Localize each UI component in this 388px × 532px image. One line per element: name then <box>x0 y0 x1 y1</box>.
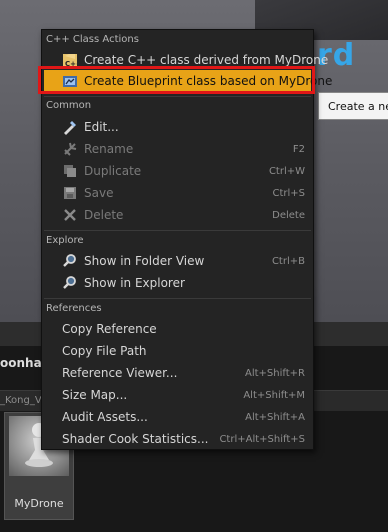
menu-divider <box>44 96 311 97</box>
edit-item[interactable]: Edit... <box>44 116 311 138</box>
context-menu: C++ Class Actions C++ Create C++ class d… <box>41 29 332 450</box>
delete-label: Delete <box>84 208 124 222</box>
show-in-folder-view-item[interactable]: Show in Folder View Ctrl+B <box>44 250 311 272</box>
audit-assets-shortcut: Alt+Shift+A <box>245 411 305 423</box>
create-blueprint-class-item[interactable]: Create Blueprint class based on MyDrone <box>44 70 332 92</box>
search-icon <box>62 275 78 291</box>
copy-reference-label: Copy Reference <box>62 322 157 336</box>
show-in-folder-view-shortcut: Ctrl+B <box>271 255 305 267</box>
duplicate-label: Duplicate <box>84 164 142 178</box>
reference-viewer-label: Reference Viewer... <box>62 366 178 380</box>
audit-assets-label: Audit Assets... <box>62 410 148 424</box>
duplicate-shortcut: Ctrl+W <box>268 165 305 177</box>
shader-cook-statistics-shortcut: Ctrl+Alt+Shift+S <box>219 433 305 445</box>
blueprint-class-icon <box>62 73 78 89</box>
menu-divider <box>44 230 311 231</box>
save-item[interactable]: Save Ctrl+S <box>44 182 311 204</box>
shader-cook-statistics-label: Shader Cook Statistics... <box>62 432 209 446</box>
section-header-explore: Explore <box>46 235 84 246</box>
rename-item[interactable]: Rename F2 <box>44 138 311 160</box>
svg-text:C++: C++ <box>65 60 78 68</box>
rename-shortcut: F2 <box>292 143 305 155</box>
size-map-item[interactable]: Size Map... Alt+Shift+M <box>44 384 311 406</box>
save-shortcut: Ctrl+S <box>272 187 305 199</box>
size-map-shortcut: Alt+Shift+M <box>243 389 305 401</box>
reference-viewer-shortcut: Alt+Shift+R <box>245 367 305 379</box>
cpp-class-icon: C++ <box>62 52 82 68</box>
delete-icon <box>62 207 78 223</box>
show-in-explorer-item[interactable]: Show in Explorer <box>44 272 311 294</box>
search-icon <box>62 253 78 269</box>
show-in-folder-view-label: Show in Folder View <box>84 254 205 268</box>
section-header-common: Common <box>46 100 92 111</box>
copy-file-path-item[interactable]: Copy File Path <box>44 340 311 362</box>
menu-divider <box>44 298 311 299</box>
shader-cook-statistics-item[interactable]: Shader Cook Statistics... Ctrl+Alt+Shift… <box>44 428 311 450</box>
delete-item[interactable]: Delete Delete <box>44 204 311 226</box>
copy-file-path-label: Copy File Path <box>62 344 147 358</box>
path-text[interactable]: _Kong_V <box>0 395 42 406</box>
duplicate-icon <box>62 163 78 179</box>
duplicate-item[interactable]: Duplicate Ctrl+W <box>44 160 311 182</box>
rename-icon <box>62 141 78 157</box>
size-map-label: Size Map... <box>62 388 128 402</box>
section-header-cpp: C++ Class Actions <box>46 34 139 45</box>
save-icon <box>62 185 78 201</box>
reference-viewer-item[interactable]: Reference Viewer... Alt+Shift+R <box>44 362 311 384</box>
create-blueprint-class-label: Create Blueprint class based on MyDrone <box>84 74 333 88</box>
rename-label: Rename <box>84 142 134 156</box>
asset-label: MyDrone <box>14 497 64 510</box>
audit-assets-item[interactable]: Audit Assets... Alt+Shift+A <box>44 406 311 428</box>
edit-icon <box>62 119 78 135</box>
show-in-explorer-label: Show in Explorer <box>84 276 185 290</box>
edit-label: Edit... <box>84 120 119 134</box>
create-cpp-class-item[interactable]: C++ Create C++ class derived from MyDron… <box>44 49 328 71</box>
delete-shortcut: Delete <box>272 209 305 221</box>
save-label: Save <box>84 186 114 200</box>
create-cpp-class-label: Create C++ class derived from MyDrone <box>84 53 329 67</box>
section-header-references: References <box>46 303 102 314</box>
create-new-tooltip: Create a new <box>318 92 388 120</box>
copy-reference-item[interactable]: Copy Reference <box>44 318 311 340</box>
